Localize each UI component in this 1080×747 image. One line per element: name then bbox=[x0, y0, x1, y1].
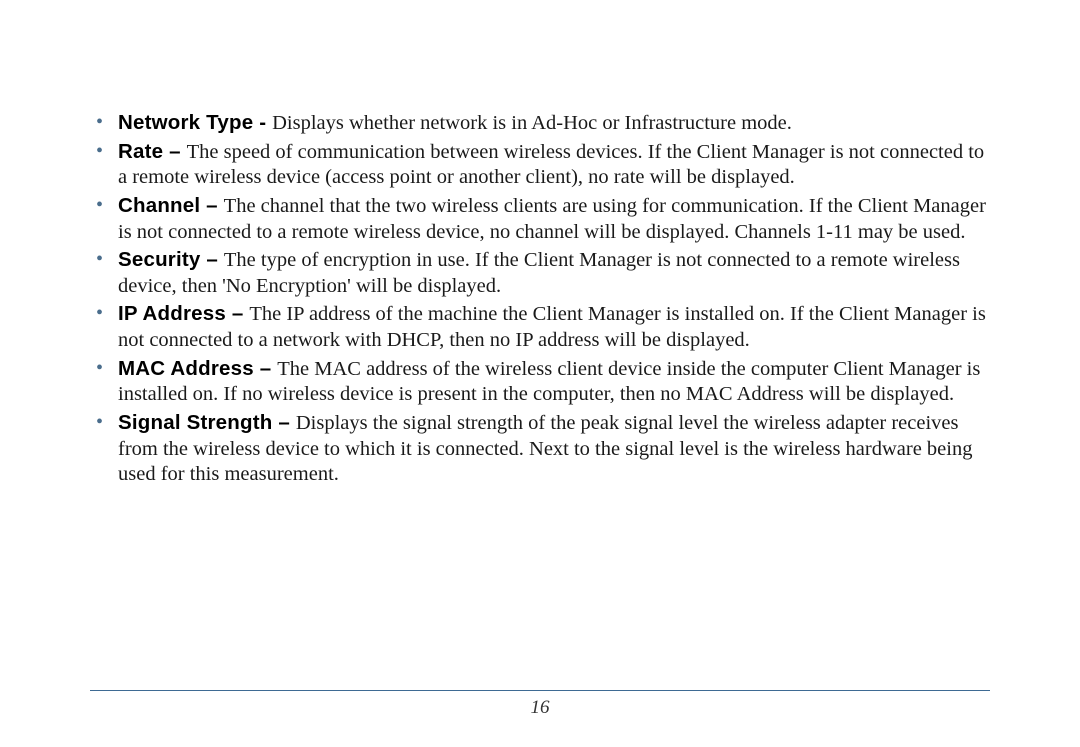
list-item: Rate – The speed of communication betwee… bbox=[90, 139, 990, 191]
footer-divider bbox=[90, 690, 990, 691]
term-description: The IP address of the machine the Client… bbox=[118, 303, 986, 351]
term-label: Security – bbox=[118, 248, 224, 271]
term-description: Displays whether network is in Ad-Hoc or… bbox=[272, 112, 792, 134]
term-label: MAC Address – bbox=[118, 357, 277, 380]
term-label: Channel – bbox=[118, 194, 224, 217]
list-item: Network Type - Displays whether network … bbox=[90, 110, 990, 137]
page-footer: 16 bbox=[0, 690, 1080, 719]
page-number: 16 bbox=[531, 697, 550, 718]
term-label: Network Type - bbox=[118, 111, 272, 134]
definition-list: Network Type - Displays whether network … bbox=[90, 110, 990, 488]
term-description: The type of encryption in use. If the Cl… bbox=[118, 249, 960, 297]
term-description: The speed of communication between wirel… bbox=[118, 141, 984, 189]
list-item: Channel – The channel that the two wirel… bbox=[90, 193, 990, 245]
list-item: Security – The type of encryption in use… bbox=[90, 247, 990, 299]
term-description: The channel that the two wireless client… bbox=[118, 195, 986, 243]
term-label: Signal Strength – bbox=[118, 411, 296, 434]
list-item: MAC Address – The MAC address of the wir… bbox=[90, 356, 990, 408]
term-label: Rate – bbox=[118, 140, 187, 163]
term-label: IP Address – bbox=[118, 302, 249, 325]
list-item: Signal Strength – Displays the signal st… bbox=[90, 410, 990, 488]
document-page: Network Type - Displays whether network … bbox=[0, 0, 1080, 747]
list-item: IP Address – The IP address of the machi… bbox=[90, 301, 990, 353]
